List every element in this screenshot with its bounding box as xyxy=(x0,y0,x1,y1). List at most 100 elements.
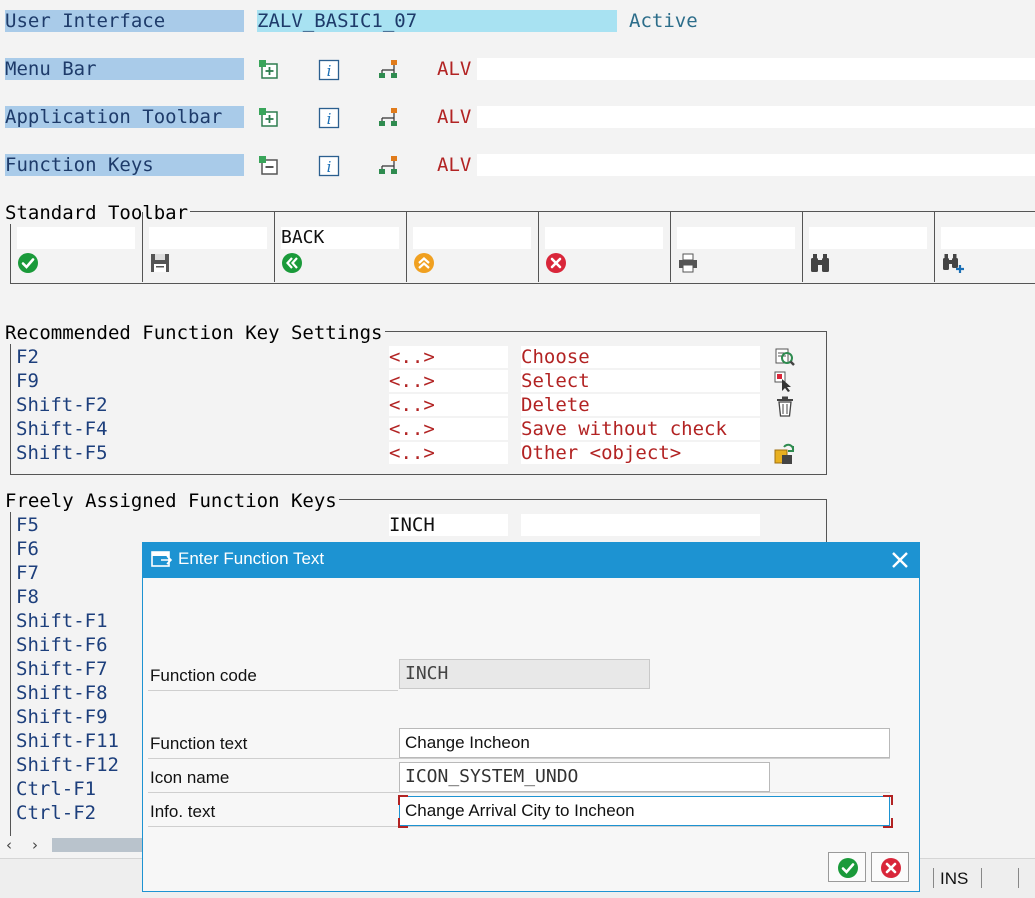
function-key-name: Shift-F9 xyxy=(16,706,108,728)
function-key-name: Shift-F5 xyxy=(16,442,108,464)
exit-icon[interactable] xyxy=(413,252,435,278)
function-code-label: Function code xyxy=(150,666,257,685)
dialog-window-icon xyxy=(151,550,173,574)
user-interface-field[interactable]: ZALV_BASIC1_07 xyxy=(257,10,617,32)
info-icon[interactable]: i xyxy=(318,59,340,85)
function-code-field[interactable]: <..> xyxy=(389,418,508,440)
insert-mode-indicator: INS xyxy=(940,869,969,888)
function-key-name: Shift-F8 xyxy=(16,682,108,704)
scroll-left-icon[interactable]: ‹ xyxy=(6,836,12,854)
save-icon[interactable] xyxy=(149,252,171,278)
function-code-field[interactable]: INCH xyxy=(389,514,508,536)
check-icon[interactable] xyxy=(17,252,39,278)
toolbar-cell-back: BACK xyxy=(275,212,407,282)
function-keys-field[interactable] xyxy=(477,154,1035,176)
hierarchy-icon[interactable] xyxy=(378,155,402,181)
other-object-icon xyxy=(774,443,796,469)
info-text-label: Info. text xyxy=(150,802,216,821)
svg-text:i: i xyxy=(327,62,332,80)
function-key-name: F6 xyxy=(16,538,39,560)
find-next-icon[interactable] xyxy=(941,252,965,278)
function-text-field[interactable]: Select xyxy=(521,370,760,392)
cancel-button[interactable] xyxy=(871,852,909,882)
toolbar-cell-text[interactable] xyxy=(941,227,1035,249)
recommended-title: Recommended Function Key Settings xyxy=(5,322,385,344)
application-toolbar-label: Application Toolbar xyxy=(5,106,244,128)
function-key-name: F9 xyxy=(16,370,39,392)
function-text-field[interactable] xyxy=(521,514,760,536)
find-icon[interactable] xyxy=(809,252,831,278)
function-code-field[interactable]: <..> xyxy=(389,394,508,416)
toolbar-cell-text[interactable] xyxy=(545,227,663,249)
function-text-field[interactable]: Choose xyxy=(521,346,760,368)
toolbar-cell-check xyxy=(11,212,143,282)
info-text-input[interactable]: Change Arrival City to Incheon xyxy=(399,796,890,826)
function-code-field[interactable]: <..> xyxy=(389,370,508,392)
focus-corner xyxy=(883,795,893,805)
function-text-field[interactable]: Save without check xyxy=(521,418,760,440)
function-key-name: Shift-F6 xyxy=(16,634,108,656)
function-code-field[interactable]: <..> xyxy=(389,346,508,368)
toolbar-cell-text[interactable] xyxy=(17,227,135,249)
svg-text:i: i xyxy=(327,158,332,176)
toolbar-cell-exit xyxy=(407,212,539,282)
confirm-button[interactable] xyxy=(828,852,866,882)
application-toolbar-field[interactable] xyxy=(477,106,1035,128)
function-code-field[interactable]: <..> xyxy=(389,442,508,464)
toolbar-cell-print xyxy=(671,212,803,282)
function-key-name: Shift-F2 xyxy=(16,394,108,416)
freely-title: Freely Assigned Function Keys xyxy=(5,490,339,512)
cancel-icon[interactable] xyxy=(545,252,567,278)
function-keys-label: Function Keys xyxy=(5,154,244,176)
enter-function-text-dialog xyxy=(142,542,920,892)
function-text-input[interactable]: Change Incheon xyxy=(399,728,890,758)
icon-name-input[interactable]: ICON_SYSTEM_UNDO xyxy=(399,762,770,792)
dialog-title: Enter Function Text xyxy=(178,549,325,568)
toolbar-cell-text[interactable]: BACK xyxy=(281,227,399,249)
expand-icon[interactable] xyxy=(258,59,280,85)
check-icon xyxy=(838,858,858,878)
expand-icon[interactable] xyxy=(258,107,280,133)
toolbar-cell-cancel xyxy=(539,212,671,282)
alv-text: ALV xyxy=(437,154,472,176)
toolbar-cell-text[interactable] xyxy=(413,227,531,249)
close-icon[interactable] xyxy=(890,550,910,574)
status-separator xyxy=(981,868,982,888)
menu-bar-field[interactable] xyxy=(477,58,1035,80)
trash-icon xyxy=(774,395,796,421)
function-code-input: INCH xyxy=(399,659,650,689)
toolbar-cell-text[interactable] xyxy=(809,227,927,249)
choose-icon xyxy=(774,347,796,373)
collapse-icon[interactable] xyxy=(258,155,280,181)
toolbar-cell-text[interactable] xyxy=(677,227,795,249)
function-key-name: F2 xyxy=(16,346,39,368)
function-text-field[interactable]: Other <object> xyxy=(521,442,760,464)
user-interface-label: User Interface xyxy=(5,10,244,32)
focus-corner xyxy=(398,818,408,828)
alv-text: ALV xyxy=(437,106,472,128)
menu-bar-label: Menu Bar xyxy=(5,58,244,80)
cancel-icon xyxy=(881,858,901,878)
focus-corner xyxy=(398,795,408,805)
function-key-name: F5 xyxy=(16,514,39,536)
hierarchy-icon[interactable] xyxy=(378,107,402,133)
info-icon[interactable]: i xyxy=(318,155,340,181)
hierarchy-icon[interactable] xyxy=(378,59,402,85)
row-divider xyxy=(148,826,890,827)
select-icon xyxy=(774,371,796,397)
scroll-right-icon[interactable]: › xyxy=(32,836,38,854)
print-icon[interactable] xyxy=(677,252,699,278)
function-text-field[interactable]: Delete xyxy=(521,394,760,416)
function-key-name: Ctrl-F1 xyxy=(16,778,97,800)
horizontal-scrollbar[interactable]: ‹ › xyxy=(0,836,160,854)
function-text-label: Function text xyxy=(150,734,248,753)
toolbar-cell-save xyxy=(143,212,275,282)
status-separator xyxy=(1018,868,1019,888)
info-icon[interactable]: i xyxy=(318,107,340,133)
function-key-name: Shift-F1 xyxy=(16,610,108,632)
toolbar-cell-find xyxy=(803,212,935,282)
alv-text: ALV xyxy=(437,58,472,80)
toolbar-cell-text[interactable] xyxy=(149,227,267,249)
back-icon[interactable] xyxy=(281,252,303,278)
function-key-name: F7 xyxy=(16,562,39,584)
